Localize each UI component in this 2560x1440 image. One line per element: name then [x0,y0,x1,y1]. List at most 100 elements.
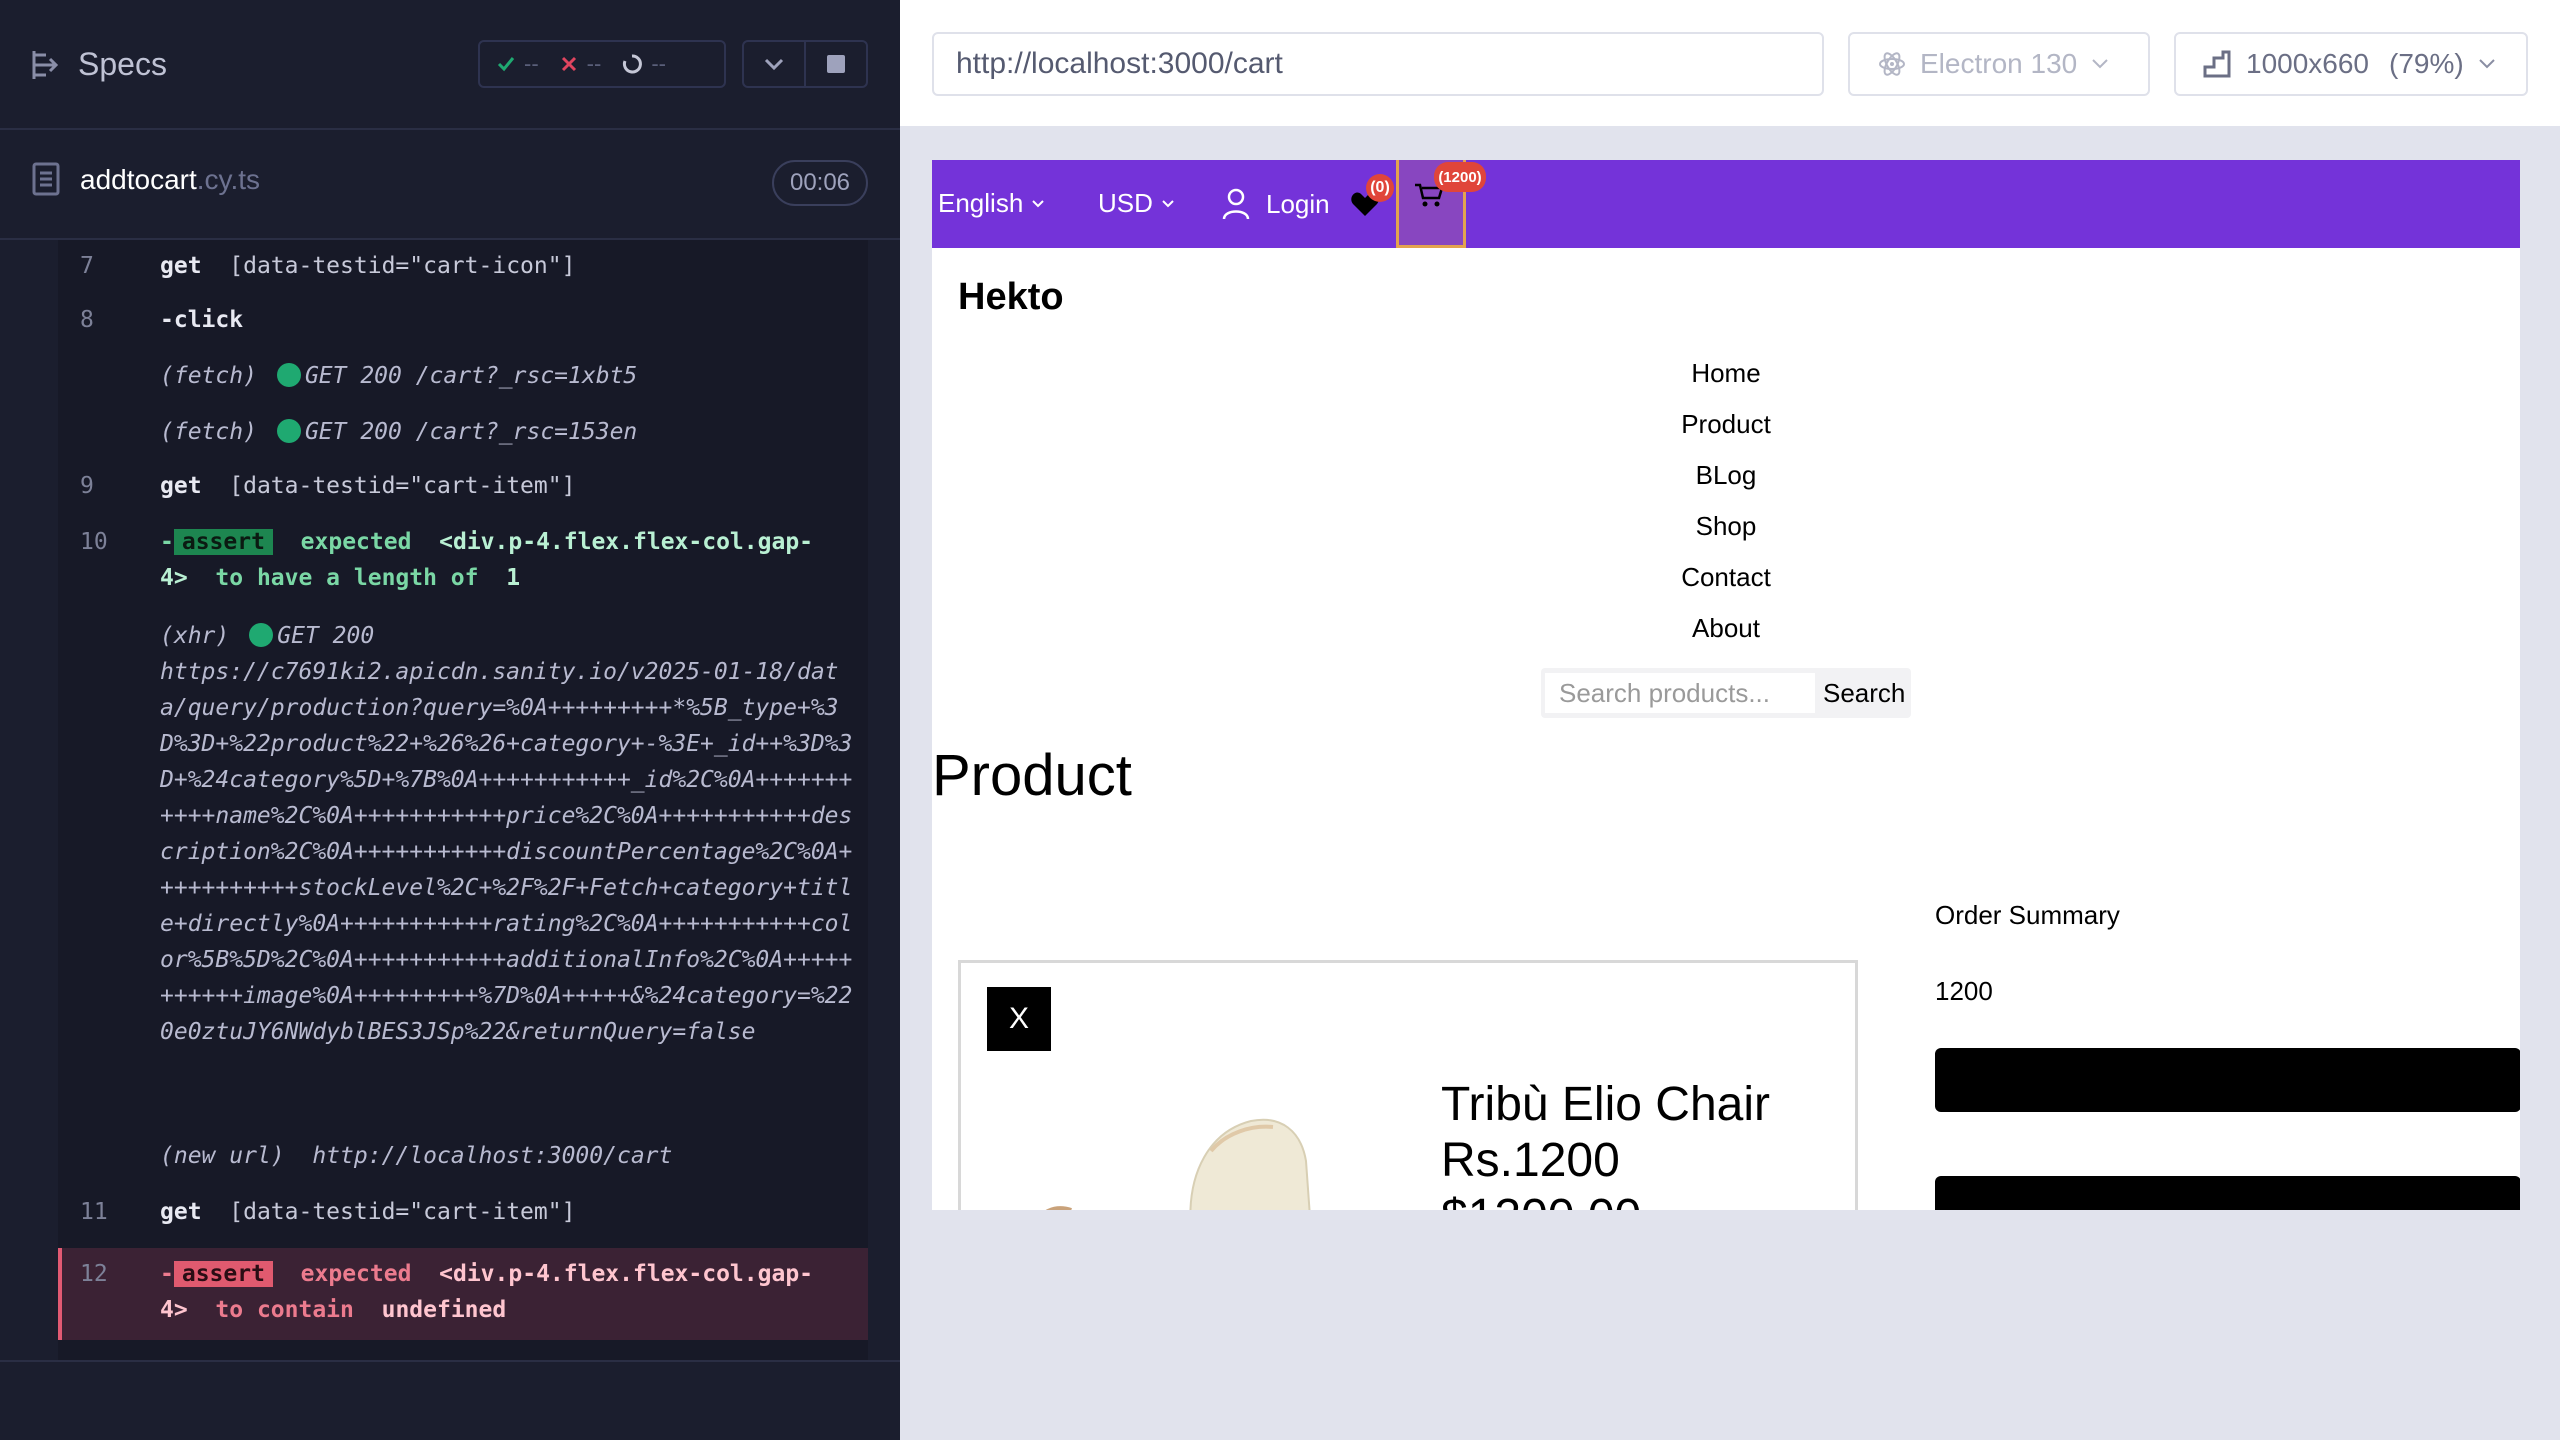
pending-count: -- [651,51,666,76]
pending-icon [623,54,643,74]
assert-tag: assert [173,1261,273,1287]
language-label: English [938,188,1024,218]
chevron-down-icon [2092,59,2108,69]
collapse-button[interactable] [742,40,806,88]
spec-file-base: addtocart [80,164,197,195]
electron-icon [1879,52,1905,76]
stop-icon [827,55,845,73]
currency-select[interactable]: USD [1098,188,1175,219]
spec-file-ext: .cy.ts [196,164,261,195]
url-field[interactable]: http://localhost:3000/cart [932,32,1824,96]
menu-item-contact[interactable]: Contact [932,552,2520,603]
order-summary-total: 1200 [1935,976,1993,1006]
xhr-status: GET 200 [277,623,375,649]
cart-badge: (1200) [1434,162,1486,192]
status-dot [276,363,301,387]
app-preview: English USD Login (0) (1200) Hekto Home … [932,160,2520,1210]
xhr-url: https://c7691ki2.apicdn.sanity.io/v2025-… [160,659,853,1045]
assert-subject-end: 4> [160,565,188,591]
command-name: get [160,473,202,499]
line-number: 7 [80,253,94,279]
status-dot [276,419,301,443]
chevron-down-icon [2479,59,2495,69]
browser-name: Electron 130 [1920,48,2078,79]
language-select[interactable]: English [938,188,1045,219]
login-label: Login [1266,188,1330,219]
top-navbar: English USD Login (0) (1200) [932,160,2520,248]
line-number: 8 [80,307,94,333]
command-name: get [160,253,202,279]
order-summary-title: Order Summary [1935,900,2120,930]
reporter-header: Specs -- -- -- [0,0,900,130]
menu-item-about[interactable]: About [932,603,2520,654]
new-url-label: (new url) [160,1143,285,1169]
assert-dash: - [160,529,174,555]
browser-select[interactable]: Electron 130 [1848,32,2150,96]
chevron-down-icon [1032,199,1044,207]
line-number: 12 [80,1261,108,1287]
passed-stat: -- [496,51,539,77]
spec-file-name: addtocart.cy.ts [80,164,260,196]
reporter-panel: Specs -- -- -- addtocart.cy.ts 00:06 7 g… [0,0,900,1440]
product-price: Rs.1200 [1441,1134,1620,1187]
passed-count: -- [524,51,539,76]
assert-fail-row[interactable]: 12 - assert expected <div.p-4.flex.flex-c… [58,1248,868,1340]
failed-stat: -- [559,51,602,77]
cart-button[interactable]: (1200) [1414,162,1486,208]
viewport-scale: (79%) [2389,48,2464,79]
command-arg: [data-testid="cart-item"] [229,473,576,499]
pending-stat: -- [621,51,666,77]
secondary-action-button[interactable] [1935,1176,2520,1210]
specs-title[interactable]: Specs [78,46,167,83]
reporter-footer-divider [0,1360,900,1362]
assert-subject: <div.p-4.flex.flex-col.gap- [439,1261,814,1287]
chevron-down-icon [764,58,784,71]
assert-value: undefined [381,1297,507,1323]
checkout-button[interactable] [1935,1048,2520,1112]
cart-item-card: X Tribù Elio Chair Rs.1200 $1200.00 [958,960,1858,1210]
assert-expected: expected [300,1261,412,1287]
stop-button[interactable] [804,40,868,88]
assert-phrase: to have a length of [215,565,479,591]
fetch-label: (fetch) [160,419,257,445]
fetch-text: GET 200 /cart?_rsc=1xbt5 [304,363,638,389]
search-button[interactable]: Search [1815,678,1905,709]
wishlist-button[interactable]: (0) [1350,174,1394,218]
search-bar: Search products... Search [1541,668,1911,718]
status-dot [249,623,274,647]
ruler-icon [2203,50,2231,78]
command-arg: [data-testid="cart-icon"] [229,253,576,279]
menu-item-home[interactable]: Home [932,348,2520,399]
spec-file-row[interactable]: addtocart.cy.ts 00:06 [0,130,900,240]
menu-item-product[interactable]: Product [932,399,2520,450]
viewport-size: 1000x660 [2246,48,2370,79]
assert-subject-end: 4> [160,1297,188,1323]
assert-phrase: to contain [215,1297,354,1323]
menu-item-shop[interactable]: Shop [932,501,2520,552]
command-log: 7 get [data-testid="cart-icon"] 8 -click… [58,240,868,1362]
search-input[interactable]: Search products... [1545,673,1815,713]
document-icon [32,162,60,196]
check-icon [497,57,515,72]
brand-logo[interactable]: Hekto [958,276,1064,319]
assert-dash: - [160,1261,174,1287]
aut-toolbar: http://localhost:3000/cart Electron 130 … [900,0,2560,128]
page-title: Product [932,743,1132,808]
failed-count: -- [586,51,602,76]
login-link[interactable]: Login [1222,188,1330,220]
product-name: Tribù Elio Chair [1441,1078,1770,1131]
test-stats: -- -- -- [478,40,726,88]
fetch-label: (fetch) [160,363,257,389]
viewport-select[interactable]: 1000x660 (79%) [2174,32,2528,96]
cross-icon [561,56,576,72]
fetch-text: GET 200 /cart?_rsc=153en [304,419,638,445]
chevron-down-icon [1162,199,1174,207]
menu-item-blog[interactable]: BLog [932,450,2520,501]
remove-item-button[interactable]: X [987,987,1051,1051]
specs-menu-icon[interactable] [32,50,62,80]
product-price-usd: $1200.00 [1441,1189,1641,1210]
assert-tag: assert [173,529,273,555]
command-name: get [160,1199,202,1225]
line-number: 10 [80,529,108,555]
user-icon [1222,188,1250,220]
